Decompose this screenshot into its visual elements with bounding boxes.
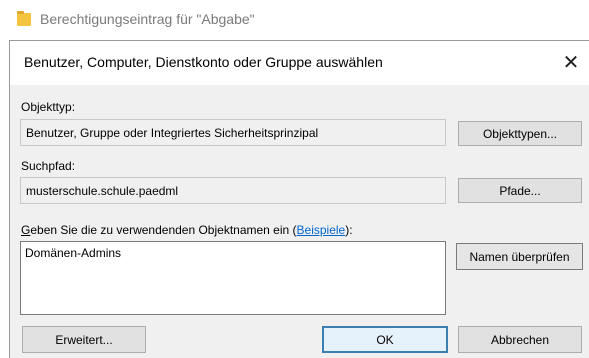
folder-icon — [17, 11, 31, 26]
cancel-button[interactable]: Abbrechen — [458, 326, 582, 353]
background-window-titlebar: Berechtigungseintrag für "Abgabe" — [0, 0, 589, 40]
object-names-input[interactable] — [20, 241, 446, 315]
object-types-button[interactable]: Objekttypen... — [458, 121, 582, 146]
object-names-label-accesskey: G — [21, 223, 31, 237]
object-names-label-text: eben Sie die zu verwendenden Objektnamen… — [30, 223, 297, 237]
search-path-label: Suchpfad: — [21, 159, 76, 173]
object-type-field: Benutzer, Gruppe oder Integriertes Siche… — [20, 119, 446, 146]
paths-button[interactable]: Pfade... — [458, 178, 582, 203]
object-type-label: Objekttyp: — [21, 100, 76, 114]
background-window-title: Berechtigungseintrag für "Abgabe" — [40, 11, 255, 27]
examples-link[interactable]: Beispiele — [297, 223, 346, 237]
advanced-button[interactable]: Erweitert... — [22, 326, 146, 353]
close-icon[interactable]: ✕ — [558, 49, 584, 75]
object-names-label: Geben Sie die zu verwendenden Objektname… — [21, 223, 353, 237]
object-names-label-end: ): — [345, 223, 353, 237]
search-path-field: musterschule.schule.paedml — [20, 177, 446, 204]
ok-button[interactable]: OK — [322, 326, 448, 353]
check-names-button[interactable]: Namen überprüfen — [456, 243, 583, 270]
select-users-dialog: Benutzer, Computer, Dienstkonto oder Gru… — [9, 40, 589, 358]
dialog-titlebar: Benutzer, Computer, Dienstkonto oder Gru… — [10, 41, 589, 85]
dialog-title: Benutzer, Computer, Dienstkonto oder Gru… — [24, 54, 383, 70]
